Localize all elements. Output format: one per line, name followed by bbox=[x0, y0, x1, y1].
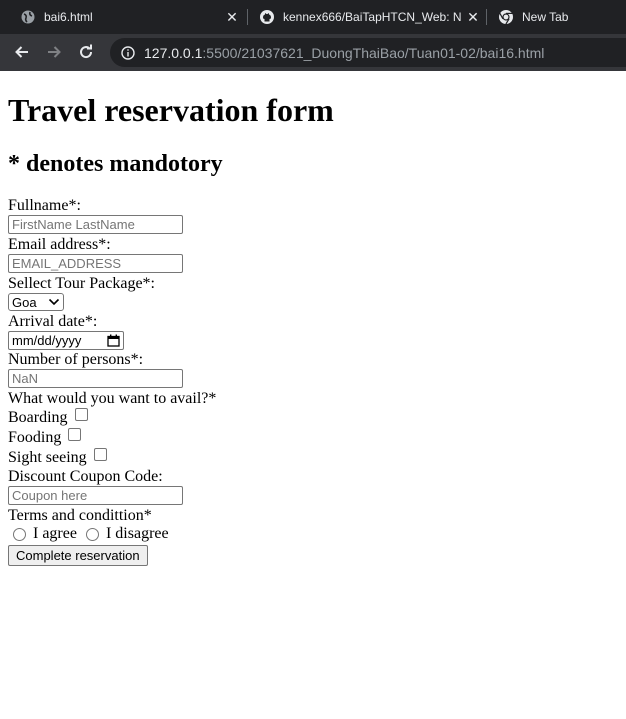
forward-button[interactable] bbox=[42, 40, 66, 64]
tab-title: New Tab bbox=[522, 10, 569, 24]
fooding-checkbox[interactable] bbox=[68, 428, 82, 441]
chevron-down-icon bbox=[48, 298, 60, 306]
globe-icon bbox=[20, 9, 36, 25]
sightseeing-label: Sight seeing bbox=[8, 448, 87, 466]
avail-label: What would you want to avail?* bbox=[8, 389, 217, 407]
tab-github[interactable]: kennex666/BaiTapHTCN_Web: No ✕ bbox=[259, 0, 484, 34]
email-label: Email address*: bbox=[8, 236, 111, 253]
boarding-label: Boarding bbox=[8, 408, 68, 426]
reload-icon bbox=[80, 44, 93, 59]
back-button[interactable] bbox=[10, 40, 34, 64]
persons-label: Number of persons*: bbox=[8, 350, 144, 368]
sightseeing-option: Sight seeing bbox=[8, 448, 618, 468]
close-icon[interactable]: ✕ bbox=[465, 9, 481, 25]
complete-reservation-button[interactable]: Complete reservation bbox=[8, 544, 148, 566]
page-subtitle: * denotes mandotory bbox=[8, 151, 223, 177]
arrival-date-input[interactable]: mm/dd/yyyy bbox=[8, 330, 124, 350]
close-icon[interactable]: ✕ bbox=[224, 9, 240, 25]
info-icon[interactable] bbox=[120, 45, 136, 61]
arrival-label: Arrival date*: bbox=[8, 312, 98, 330]
page-title: Travel reservation form bbox=[8, 92, 334, 128]
page-content: Travel reservation form * denotes mandot… bbox=[8, 71, 618, 566]
sightseeing-checkbox[interactable] bbox=[93, 448, 107, 461]
chrome-icon bbox=[498, 9, 514, 25]
tab-separator bbox=[247, 9, 248, 25]
url-host: 127.0.0.1 bbox=[144, 44, 203, 61]
disagree-label: I disagree bbox=[105, 525, 169, 542]
coupon-label: Discount Coupon Code: bbox=[8, 467, 163, 485]
browser-toolbar: 127.0.0.1:5500/21037621_DuongThaiBao/Tua… bbox=[0, 34, 626, 71]
boarding-option: Boarding bbox=[8, 408, 618, 428]
boarding-checkbox[interactable] bbox=[74, 408, 88, 421]
fooding-label: Fooding bbox=[8, 428, 62, 446]
package-label: Sellect Tour Package*: bbox=[8, 275, 155, 292]
tab-title: kennex666/BaiTapHTCN_Web: No bbox=[283, 10, 461, 24]
email-input[interactable]: EMAIL_ADDRESS bbox=[8, 254, 183, 273]
fullname-input[interactable]: FirstName LastName bbox=[8, 215, 183, 234]
url-path: :5500/21037621_DuongThaiBao/Tuan01-02/ba… bbox=[202, 44, 545, 61]
fullname-label: Fullname*: bbox=[8, 197, 81, 214]
fooding-option: Fooding bbox=[8, 428, 618, 448]
tab-bar: bai6.html ✕ kennex666/BaiTapHTCN_Web: No… bbox=[0, 0, 626, 34]
agree-radio[interactable] bbox=[13, 527, 26, 541]
coupon-input[interactable]: Coupon here bbox=[8, 485, 183, 505]
arrival-date-placeholder: mm/dd/yyyy bbox=[12, 332, 82, 348]
persons-input[interactable]: NaN bbox=[8, 368, 183, 388]
url-text: 127.0.0.1:5500/21037621_DuongThaiBao/Tua… bbox=[144, 45, 544, 61]
reload-button[interactable] bbox=[74, 40, 98, 64]
agree-label: I agree bbox=[33, 525, 77, 542]
tab-separator bbox=[486, 9, 487, 25]
address-bar[interactable]: 127.0.0.1:5500/21037621_DuongThaiBao/Tua… bbox=[110, 38, 626, 67]
terms-options: I agree I disagree bbox=[8, 525, 618, 544]
github-icon bbox=[259, 9, 275, 25]
package-selected-value: Goa bbox=[12, 294, 37, 310]
forward-arrow-icon bbox=[48, 46, 61, 58]
calendar-icon[interactable] bbox=[107, 334, 120, 347]
terms-label: Terms and condittion* bbox=[8, 506, 152, 524]
tab-bai6[interactable]: bai6.html ✕ bbox=[20, 0, 245, 34]
back-arrow-icon bbox=[15, 46, 28, 58]
tab-new-tab[interactable]: New Tab bbox=[498, 0, 618, 34]
tab-title: bai6.html bbox=[44, 10, 93, 24]
package-select[interactable]: Goa bbox=[8, 293, 64, 311]
disagree-radio[interactable] bbox=[85, 527, 99, 541]
